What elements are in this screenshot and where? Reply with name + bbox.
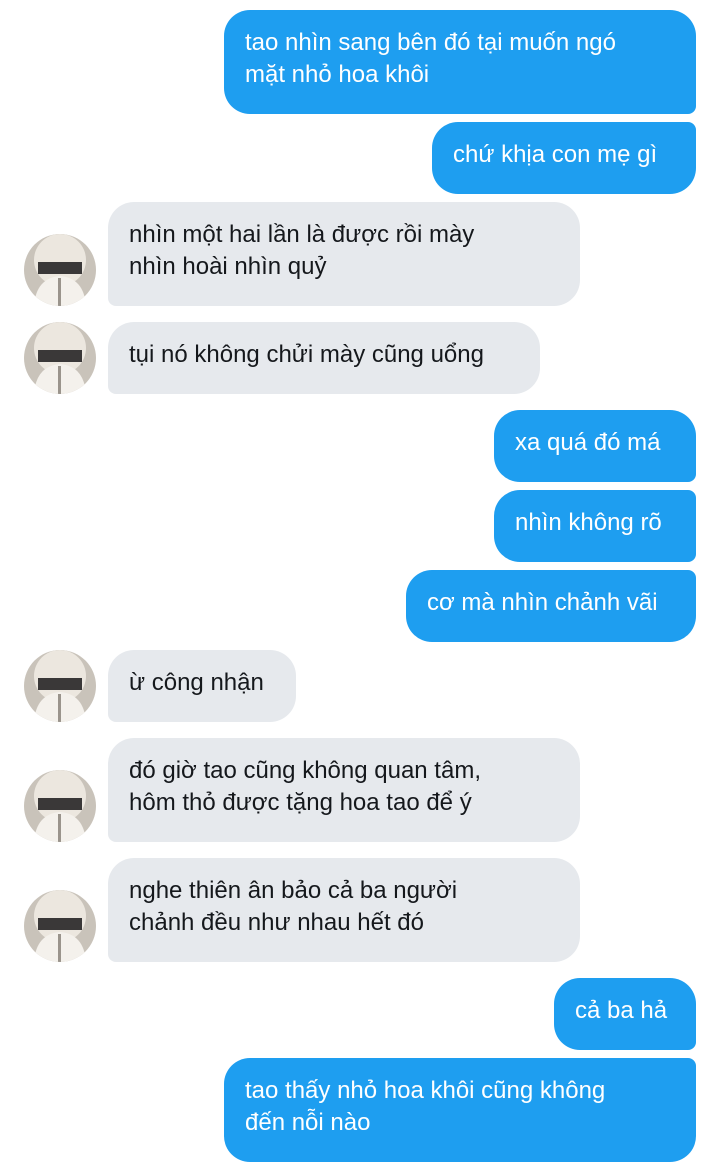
avatar-photo-icon bbox=[24, 770, 96, 842]
outgoing-message[interactable]: cả ba hả bbox=[554, 978, 696, 1050]
outgoing-message[interactable]: chứ khịa con mẹ gì bbox=[432, 122, 696, 194]
incoming-message[interactable]: nhìn một hai lần là được rồi mày nhìn ho… bbox=[108, 202, 580, 306]
incoming-message[interactable]: đó giờ tao cũng không quan tâm, hôm thỏ … bbox=[108, 738, 580, 842]
avatar-photo-icon bbox=[24, 890, 96, 962]
incoming-message[interactable]: tụi nó không chửi mày cũng uổng bbox=[108, 322, 540, 394]
outgoing-message[interactable]: nhìn không rõ bbox=[494, 490, 696, 562]
contact-avatar[interactable] bbox=[24, 650, 96, 722]
avatar-photo-icon bbox=[24, 322, 96, 394]
contact-avatar[interactable] bbox=[24, 770, 96, 842]
outgoing-message[interactable]: tao nhìn sang bên đó tại muốn ngó mặt nh… bbox=[224, 10, 696, 114]
chat-conversation: tao nhìn sang bên đó tại muốn ngó mặt nh… bbox=[0, 0, 720, 1168]
contact-avatar[interactable] bbox=[24, 890, 96, 962]
contact-avatar[interactable] bbox=[24, 322, 96, 394]
avatar-photo-icon bbox=[24, 234, 96, 306]
incoming-message[interactable]: nghe thiên ân bảo cả ba người chảnh đều … bbox=[108, 858, 580, 962]
outgoing-message[interactable]: cơ mà nhìn chảnh vãi bbox=[406, 570, 696, 642]
avatar-photo-icon bbox=[24, 650, 96, 722]
outgoing-message[interactable]: xa quá đó má bbox=[494, 410, 696, 482]
incoming-message[interactable]: ừ công nhận bbox=[108, 650, 296, 722]
contact-avatar[interactable] bbox=[24, 234, 96, 306]
outgoing-message[interactable]: tao thấy nhỏ hoa khôi cũng không đến nỗi… bbox=[224, 1058, 696, 1162]
